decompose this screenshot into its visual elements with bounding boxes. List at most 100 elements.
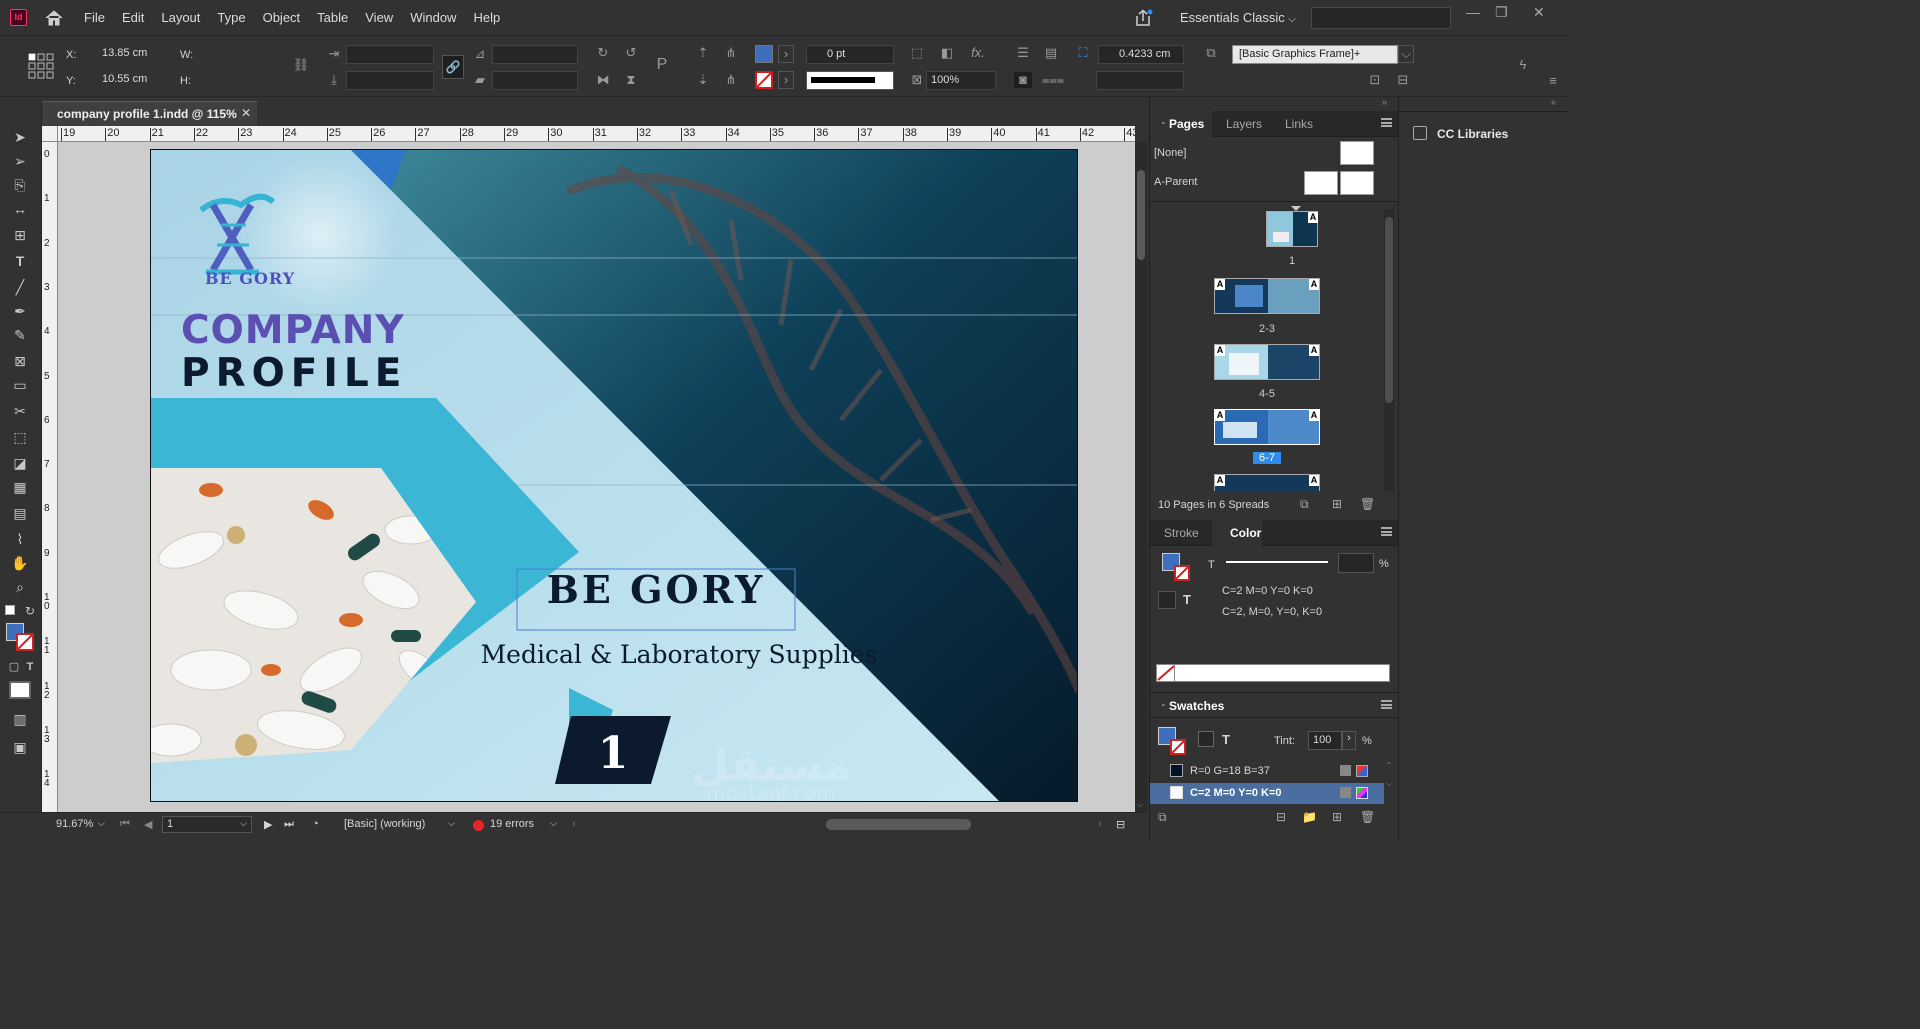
horizontal-scroll-thumb[interactable]: [826, 819, 971, 830]
swatch-container-icon[interactable]: [1198, 731, 1214, 747]
select-content-icon[interactable]: ⇣: [694, 72, 712, 88]
x-field[interactable]: 13.85 cm: [82, 45, 172, 64]
flip-vertical-icon[interactable]: ⧗: [622, 72, 640, 88]
text-wrap-bbox-icon[interactable]: ▤: [1042, 45, 1060, 61]
scale-y-field[interactable]: [346, 71, 434, 90]
clear-overrides-icon[interactable]: ⊡: [1366, 72, 1384, 88]
color-value-field[interactable]: [1338, 553, 1374, 573]
vertical-scroll-thumb[interactable]: [1137, 170, 1145, 260]
fitting-icon[interactable]: ⬚: [908, 45, 926, 61]
tab-stroke[interactable]: Stroke: [1164, 526, 1199, 540]
swatch-options-icon[interactable]: ⊟: [1276, 810, 1286, 824]
document-page[interactable]: BE GORY COMPANY PROFILE BE GORY Medical …: [150, 149, 1078, 802]
swatch-row[interactable]: R=0 G=18 B=37: [1150, 761, 1384, 782]
default-fill-stroke-icon[interactable]: [5, 605, 15, 615]
color-formatting-text-icon[interactable]: T: [1183, 592, 1191, 607]
height-field[interactable]: [196, 71, 282, 90]
tab-swatches[interactable]: ⌃ Swatches: [1160, 699, 1224, 713]
shear-field[interactable]: [492, 71, 578, 90]
direct-selection-tool-icon[interactable]: ➢: [10, 151, 30, 171]
type-tool-icon[interactable]: T: [10, 251, 30, 271]
none-parent[interactable]: [None]: [1154, 147, 1186, 159]
spread-thumb-4-5[interactable]: [1214, 344, 1320, 380]
color-container-icon[interactable]: [1158, 591, 1176, 609]
menu-window[interactable]: Window: [410, 10, 466, 25]
object-style-dropdown-icon[interactable]: ⌵: [1398, 45, 1414, 63]
menu-layout[interactable]: Layout: [161, 10, 210, 25]
new-swatch-icon[interactable]: ⊞: [1332, 810, 1342, 824]
split-view-icon[interactable]: ⊟: [1116, 818, 1125, 831]
preflight-profile[interactable]: [Basic] (working): [344, 818, 425, 830]
show-swatch-kinds-icon[interactable]: ⧉: [1158, 810, 1167, 825]
rectangle-tool-icon[interactable]: ▭: [10, 375, 30, 395]
document-tab[interactable]: company profile 1.indd @ 115% ✕: [42, 101, 257, 126]
y-field[interactable]: 10.55 cm: [82, 71, 172, 90]
workspace-switcher[interactable]: Essentials Classic ⌵: [1180, 10, 1296, 25]
scroll-right-icon[interactable]: ›: [1098, 818, 1102, 830]
tint-field[interactable]: 100: [1308, 731, 1342, 750]
tab-layers[interactable]: Layers: [1226, 117, 1262, 131]
constrain-proportions-icon[interactable]: ⛓: [292, 57, 310, 73]
formatting-text-icon[interactable]: T: [20, 657, 40, 677]
select-next-icon[interactable]: ⋔: [722, 72, 740, 88]
apply-color-icon[interactable]: [9, 681, 31, 699]
last-page-icon[interactable]: ⏭: [284, 818, 294, 831]
stroke-weight-field[interactable]: 0 pt: [806, 45, 894, 64]
tint-slider[interactable]: [1226, 561, 1328, 563]
stroke-type-select[interactable]: [806, 71, 894, 90]
menu-object[interactable]: Object: [263, 10, 311, 25]
effects-fx-icon[interactable]: fx.: [968, 45, 988, 61]
scissors-tool-icon[interactable]: ✂: [10, 401, 30, 421]
tint-dropdown-icon[interactable]: ›: [1342, 731, 1356, 750]
cc-libraries-icon[interactable]: [1413, 126, 1427, 140]
zoom-tool-icon[interactable]: ⌕: [10, 577, 30, 597]
view-mode-icon[interactable]: ▥: [10, 709, 30, 729]
free-transform-tool-icon[interactable]: ⬚: [10, 427, 30, 447]
drop-shadow-icon[interactable]: ◧: [938, 45, 956, 61]
object-style-select[interactable]: [Basic Graphics Frame]+: [1232, 45, 1398, 64]
close-tab-icon[interactable]: ✕: [241, 106, 251, 120]
secondary-select[interactable]: [1096, 71, 1184, 90]
page-number-field[interactable]: 1 ⌵: [162, 816, 252, 833]
link-scale-icon[interactable]: 🔗: [442, 55, 464, 79]
preflight-icon[interactable]: ◔: [312, 818, 319, 830]
delete-page-icon[interactable]: 🗑: [1360, 497, 1375, 511]
collapse-dock-icon[interactable]: »: [1382, 97, 1387, 107]
tab-color[interactable]: Color: [1230, 526, 1261, 540]
note-tool-icon[interactable]: ▤: [10, 503, 30, 523]
spread-thumb-6-7[interactable]: [1214, 409, 1320, 445]
spread-label-1[interactable]: 1: [1266, 255, 1318, 267]
horizontal-ruler[interactable]: 19 20 21 22 23 24 25 26 27 28 29 30 31 32 33 34 35 36 37 38…: [42, 126, 1135, 142]
select-previous-icon[interactable]: ⋔: [722, 45, 740, 61]
spread-label-6-7[interactable]: 6-7: [1253, 452, 1281, 464]
tab-links[interactable]: Links: [1285, 117, 1313, 131]
style-options-icon[interactable]: ⊟: [1394, 72, 1412, 88]
swatches-scrollbar[interactable]: ⌃ ⌵: [1384, 761, 1394, 805]
gradient-feather-tool-icon[interactable]: ▦: [10, 477, 30, 497]
opacity-field[interactable]: 100%: [926, 71, 996, 90]
expand-dock-icon[interactable]: «: [1551, 97, 1556, 107]
spread-label-4-5[interactable]: 4-5: [1214, 388, 1320, 400]
eyedropper-tool-icon[interactable]: ⌇: [10, 529, 30, 549]
fill-dropdown-icon[interactable]: ›: [778, 45, 794, 63]
content-collector-icon[interactable]: ⊞: [10, 225, 30, 245]
menu-help[interactable]: Help: [473, 10, 510, 25]
swatch-row-selected[interactable]: C=2 M=0 Y=0 K=0: [1150, 783, 1384, 804]
a-parent-left-thumb[interactable]: [1304, 171, 1338, 195]
pages-scrollbar[interactable]: [1384, 209, 1394, 491]
new-color-group-icon[interactable]: 📁: [1302, 810, 1317, 824]
color-spectrum-bar[interactable]: [1156, 664, 1390, 682]
errors-dropdown-icon[interactable]: ⌵: [550, 818, 557, 829]
rotate-cw-icon[interactable]: ↻: [594, 45, 612, 61]
stroke-color-icon[interactable]: [16, 633, 34, 651]
scroll-left-icon[interactable]: ‹: [572, 818, 576, 830]
menu-edit[interactable]: Edit: [122, 10, 154, 25]
line-tool-icon[interactable]: ╱: [10, 277, 30, 297]
reference-point-icon[interactable]: [28, 53, 54, 79]
text-wrap-shape-icon[interactable]: ◙: [1014, 72, 1032, 88]
quick-actions-icon[interactable]: ϟ: [1514, 57, 1532, 73]
vertical-scrollbar[interactable]: ⌵: [1135, 142, 1147, 812]
none-parent-thumb[interactable]: [1340, 141, 1374, 165]
spread-label-2-3[interactable]: 2-3: [1214, 323, 1320, 335]
pencil-tool-icon[interactable]: ✎: [10, 325, 30, 345]
